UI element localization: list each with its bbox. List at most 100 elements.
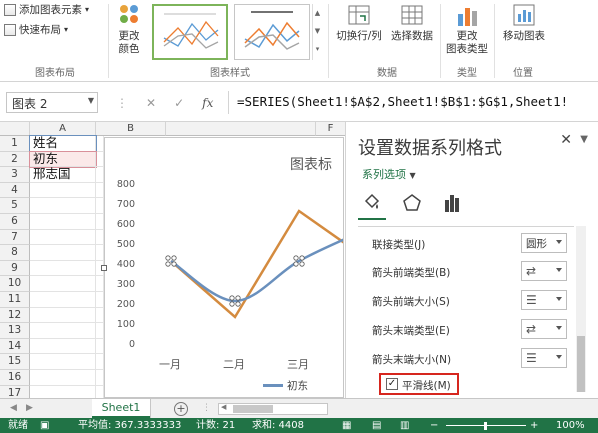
cell-a13[interactable] [30, 323, 96, 339]
cell-b8[interactable] [96, 245, 104, 261]
cell-b14[interactable] [96, 338, 104, 355]
quick-layout-button[interactable]: 快速布局 ▾ [4, 22, 68, 37]
cell-b16[interactable] [96, 370, 104, 386]
cell-b2[interactable] [96, 151, 104, 168]
normal-view-icon[interactable]: ▦ [342, 418, 351, 433]
insert-function-button[interactable]: fx [202, 96, 213, 110]
series-line-1[interactable] [170, 209, 345, 319]
cell-a8[interactable] [30, 245, 96, 261]
cell-a3[interactable]: 邢志国 [30, 167, 96, 183]
cell-a2[interactable]: 初东 [29, 150, 97, 169]
cancel-icon[interactable]: ✕ [146, 96, 156, 110]
smooth-line-label[interactable]: 平滑线(M) [402, 378, 451, 393]
styles-gallery-scroll[interactable]: ▲ ▼ ▾ [312, 4, 322, 60]
scroll-left-icon[interactable]: ◀ [221, 403, 226, 411]
chart-style-1[interactable] [152, 4, 228, 60]
close-icon[interactable]: ✕ [560, 132, 572, 148]
add-sheet-icon[interactable]: + [174, 402, 188, 416]
series-options-tab[interactable]: 系列选项 ▼ [362, 166, 416, 182]
enter-icon[interactable]: ✓ [174, 96, 184, 110]
cell-b13[interactable] [96, 323, 104, 339]
begin-arrow-type-dropdown[interactable]: ⇄ [521, 261, 567, 281]
zoom-out-icon[interactable]: − [430, 418, 438, 433]
cell-b1[interactable] [96, 136, 104, 152]
cell-a17[interactable] [30, 385, 96, 398]
row-header[interactable]: 7 [0, 229, 30, 246]
cell-b15[interactable] [96, 354, 104, 370]
cell-a6[interactable] [30, 214, 96, 230]
chart-style-2[interactable] [234, 4, 310, 60]
horizontal-scrollbar[interactable]: ◀ [218, 403, 328, 415]
cell-a11[interactable] [30, 292, 96, 308]
row-header[interactable]: 12 [0, 307, 30, 324]
column-header-b[interactable]: B [96, 122, 166, 136]
row-header[interactable]: 8 [0, 245, 30, 261]
row-header[interactable]: 17 [0, 385, 30, 398]
name-box[interactable]: 图表 2 ▼ [6, 92, 98, 113]
series-options-icon[interactable] [442, 192, 462, 214]
cell-b5[interactable] [96, 198, 104, 214]
series-line-0[interactable] [170, 231, 345, 303]
row-header[interactable]: 9 [0, 260, 30, 277]
zoom-in-icon[interactable]: + [530, 418, 538, 433]
end-arrow-size-dropdown[interactable]: ☰ [521, 348, 567, 368]
sheet-tab-sheet1[interactable]: Sheet1 [92, 399, 150, 418]
prev-sheet-icon[interactable]: ◀ [10, 403, 17, 413]
cell-b11[interactable] [96, 292, 104, 308]
pane-scrollbar[interactable] [576, 226, 586, 392]
cell-a10[interactable] [30, 276, 96, 292]
row-header[interactable]: 11 [0, 292, 30, 308]
page-break-icon[interactable]: ▥ [400, 418, 409, 433]
cell-a15[interactable] [30, 354, 96, 370]
row-header[interactable]: 2 [0, 151, 30, 168]
switch-row-column-button[interactable]: 切换行/列 [334, 2, 384, 43]
formula-input[interactable]: =SERIES(Sheet1!$A$2,Sheet1!$B$1:$G$1,She… [228, 91, 598, 114]
cell-b12[interactable] [96, 307, 104, 324]
cell-a4[interactable] [30, 182, 96, 199]
row-header[interactable]: 10 [0, 276, 30, 292]
line-chart[interactable]: 图表标 0 100 200 300 400 500 600 700 800 一月 二月 三月 初东 [101, 137, 345, 398]
column-header-hidden[interactable] [166, 122, 316, 136]
begin-arrow-size-dropdown[interactable]: ☰ [521, 290, 567, 310]
page-layout-icon[interactable]: ▤ [372, 418, 381, 433]
cell-b3[interactable] [96, 167, 104, 183]
chart-legend[interactable]: 初东 [263, 378, 308, 393]
join-type-dropdown[interactable]: 圆形 [521, 233, 567, 253]
cell-b10[interactable] [96, 276, 104, 292]
cell-b17[interactable] [96, 385, 104, 398]
row-header[interactable]: 13 [0, 323, 30, 339]
row-header[interactable]: 16 [0, 370, 30, 386]
cell-a16[interactable] [30, 370, 96, 386]
cell-a7[interactable] [30, 229, 96, 246]
row-header[interactable]: 6 [0, 214, 30, 230]
row-header[interactable]: 5 [0, 198, 30, 214]
smooth-line-checkbox[interactable]: ✓ [386, 378, 398, 390]
next-sheet-icon[interactable]: ▶ [26, 403, 33, 413]
cell-a1[interactable]: 姓名 [29, 135, 97, 153]
effects-icon[interactable] [402, 192, 422, 214]
cell-a14[interactable] [30, 338, 96, 355]
row-header[interactable]: 4 [0, 182, 30, 199]
change-colors-button[interactable]: 更改 颜色 [112, 2, 146, 56]
macro-icon[interactable]: ▣ [40, 418, 49, 433]
pane-options-icon[interactable]: ▼ [580, 134, 588, 145]
add-chart-element-button[interactable]: 添加图表元素 ▾ [4, 2, 89, 17]
cell-a12[interactable] [30, 307, 96, 324]
column-header-f[interactable]: F [316, 122, 345, 136]
cell-b4[interactable] [96, 182, 104, 199]
zoom-level[interactable]: 100% [556, 418, 585, 433]
chart-resize-handle[interactable] [101, 265, 107, 271]
cell-b6[interactable] [96, 214, 104, 230]
row-header[interactable]: 15 [0, 354, 30, 370]
row-header[interactable]: 14 [0, 338, 30, 355]
end-arrow-type-dropdown[interactable]: ⇄ [521, 319, 567, 339]
row-header[interactable]: 1 [0, 136, 30, 152]
move-chart-button[interactable]: 移动图表 [500, 2, 548, 43]
tab-split-icon[interactable]: ⋮ [202, 403, 211, 413]
cell-b7[interactable] [96, 229, 104, 246]
column-header-a[interactable]: A [30, 122, 96, 136]
zoom-slider-thumb[interactable] [484, 422, 487, 430]
change-chart-type-button[interactable]: 更改 图表类型 [444, 2, 490, 56]
cell-a9[interactable] [30, 260, 96, 277]
select-all-corner[interactable] [0, 122, 30, 136]
